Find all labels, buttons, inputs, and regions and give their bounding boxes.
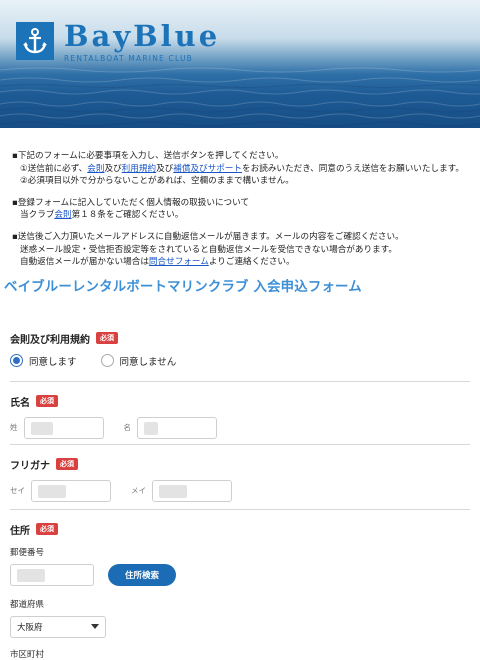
prefecture-label: 都道府県: [10, 599, 45, 610]
brand-tagline: RENTALBOAT MARINE CLUB: [64, 54, 194, 63]
address-search-button[interactable]: 住所検索: [108, 563, 176, 586]
postal-code-input[interactable]: [10, 563, 94, 586]
agree-radio[interactable]: [10, 354, 23, 368]
required-badge: 必須: [36, 523, 58, 536]
note-text: 自動返信メールが届かない場合は: [20, 257, 149, 268]
last-name-kana-input[interactable]: [31, 479, 111, 502]
city-label: 市区町村: [10, 649, 45, 660]
postal-label: 郵便番号: [10, 547, 45, 558]
mei-label: 名: [123, 423, 132, 433]
mei-kana-label: メイ: [131, 486, 146, 496]
chevron-down-icon: [91, 624, 99, 630]
agree-label[interactable]: 同意します: [29, 354, 77, 368]
first-name-input[interactable]: [137, 416, 217, 439]
disagree-radio[interactable]: [100, 354, 114, 368]
logo[interactable]: BayBlue RENTALBOAT MARINE CLUB: [16, 19, 221, 63]
last-name-input[interactable]: [23, 416, 104, 439]
note-line: ▪登録フォームに記入していただく個人情報の取扱いについて: [12, 197, 250, 208]
instructions: ▪下記のフォームに必要事項を入力し、送信ボタンを押してください。 ①送信前に必ず…: [0, 128, 480, 269]
sei-kana-label: セイ: [10, 486, 25, 496]
note-line: 迷惑メール設定・受信拒否設定等をされていると自動返信メールを受信できない場合があ…: [20, 244, 398, 255]
contact-form-link[interactable]: 問合せフォーム: [149, 257, 209, 267]
note-line: ②必須項目以外で分からないことがあれば、空欄のままで構いません。: [20, 176, 294, 187]
name-section: 氏名 必須 姓 名: [10, 382, 470, 445]
note-text: をお読みいただき、同意のうえ送信をお願いいたします。: [242, 163, 465, 174]
required-badge: 必須: [36, 395, 58, 408]
note-line: 自動返信メールが届かない場合は問合せフォームよりご連絡ください。: [12, 256, 480, 269]
prefecture-select[interactable]: 大阪府: [10, 615, 106, 638]
note-text: ①送信前に必ず、: [20, 163, 88, 174]
sei-label: 姓: [10, 423, 18, 433]
rules-link[interactable]: 会則: [87, 164, 104, 174]
form-title: ベイブルーレンタルボートマリンクラブ 入会申込フォーム: [4, 279, 362, 295]
address-section: 住所 必須 郵便番号 住所検索 都道府県 大阪府 市区町村: [10, 510, 470, 660]
note-text: 及び: [156, 163, 174, 174]
note-text: よりご連絡ください。: [208, 257, 295, 268]
required-badge: 必須: [56, 458, 78, 471]
furigana-label: フリガナ: [10, 460, 50, 472]
agreement-section: 会則及び利用規約 必須 同意します 同意しません: [10, 321, 470, 382]
brand-name: BayBlue: [64, 19, 221, 53]
name-label: 氏名: [10, 397, 30, 409]
note-text: 及び: [104, 163, 122, 174]
first-name-kana-input[interactable]: [152, 479, 232, 502]
disagree-label[interactable]: 同意しません: [120, 354, 177, 368]
note-line: ①送信前に必ず、会則及び利用規約及び補償及びサポートをお読みいただき、同意のうえ…: [12, 163, 480, 176]
prefecture-value: 大阪府: [17, 622, 43, 633]
anchor-icon: [16, 22, 54, 60]
note-line: 当クラブ会則第１８条をご確認ください。: [12, 209, 480, 222]
header-banner: BayBlue RENTALBOAT MARINE CLUB: [0, 0, 480, 128]
terms-link[interactable]: 利用規約: [122, 164, 156, 174]
rules-link-2[interactable]: 会則: [54, 210, 71, 220]
address-label: 住所: [10, 525, 30, 537]
note-text: 当クラブ: [20, 210, 55, 221]
agreement-label: 会則及び利用規約: [10, 334, 90, 346]
note-line: ▪送信後ご入力頂いたメールアドレスに自動返信メールが届きます。メールの内容をご確…: [12, 231, 404, 242]
furigana-section: フリガナ 必須 セイ メイ: [10, 445, 470, 510]
note-line: ▪下記のフォームに必要事項を入力し、送信ボタンを押してください。: [12, 151, 284, 161]
support-link[interactable]: 補償及びサポート: [173, 164, 242, 174]
note-text: 第１８条をご確認ください。: [71, 210, 184, 221]
required-badge: 必須: [96, 332, 118, 345]
